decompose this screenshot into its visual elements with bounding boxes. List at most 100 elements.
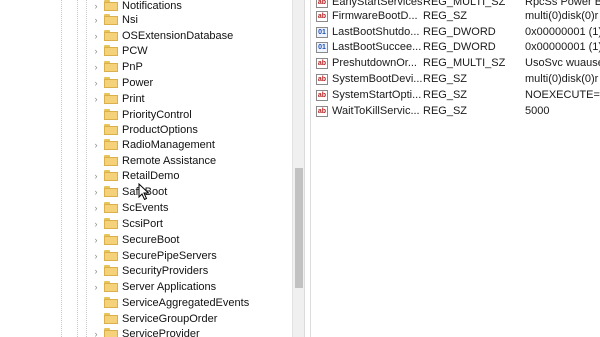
tree-item-prioritycontrol[interactable]: PriorityControl (92, 107, 192, 122)
chevron-right-icon[interactable]: › (92, 219, 100, 228)
tree-item-label: ServiceAggregatedEvents (122, 296, 250, 309)
tree-item-label: RadioManagement (122, 138, 215, 151)
folder-icon (104, 234, 118, 245)
tree-item-pcw[interactable]: › PCW (92, 43, 148, 58)
value-row[interactable]: ab FirmwareBootD... REG_SZ multi(0)disk(… (311, 8, 600, 24)
tree-item-serviceaggregatedevents[interactable]: ServiceAggregatedEvents (92, 295, 249, 310)
value-data: 0x00000001 (1) (525, 26, 600, 38)
tree-item-label: ProductOptions (122, 123, 198, 136)
tree-item-pnp[interactable]: › PnP (92, 59, 143, 74)
chevron-right-icon[interactable]: › (92, 31, 100, 40)
value-name: SystemBootDevi... (332, 73, 423, 85)
tree-item-nsi[interactable]: › Nsi (92, 12, 138, 27)
chevron-right-icon[interactable]: › (92, 251, 100, 260)
tree-guide-line (86, 0, 87, 337)
registry-values-list[interactable]: ab EarlyStartServices REG_MULTI_SZ RpcSs… (311, 0, 600, 337)
tree-item-label: SecurePipeServers (122, 249, 217, 262)
string-value-icon: ab (316, 89, 328, 101)
chevron-right-icon[interactable]: › (92, 140, 100, 149)
value-type: REG_DWORD (423, 26, 496, 38)
chevron-right-icon[interactable]: › (92, 203, 100, 212)
tree-item-power[interactable]: › Power (92, 75, 154, 90)
value-row[interactable]: ab SystemBootDevi... REG_SZ multi(0)disk… (311, 71, 600, 87)
tree-item-serviceprovider[interactable]: › ServiceProvider (92, 326, 200, 337)
value-row[interactable]: ab PreshutdownOr... REG_MULTI_SZ UsoSvc … (311, 55, 600, 71)
folder-icon (104, 45, 118, 56)
value-row[interactable]: 01 LastBootShutdo... REG_DWORD 0x0000000… (311, 24, 600, 40)
mouse-pointer-icon (138, 183, 150, 201)
chevron-right-icon[interactable]: › (92, 1, 100, 10)
folder-icon (104, 313, 118, 324)
string-value-icon: ab (316, 57, 328, 69)
value-type: REG_SZ (423, 105, 468, 117)
tree-item-securepipeservers[interactable]: › SecurePipeServers (92, 248, 217, 263)
tree-item-label: Nsi (122, 13, 138, 26)
folder-icon (104, 170, 118, 181)
dword-value-icon: 01 (316, 41, 328, 53)
value-data: 0x00000001 (1) (525, 41, 600, 53)
tree-item-retaildemo[interactable]: › RetailDemo (92, 168, 180, 183)
chevron-right-icon[interactable]: › (92, 235, 100, 244)
chevron-right-icon[interactable]: › (92, 329, 100, 337)
tree-item-safeboot[interactable]: › SafeBoot (92, 184, 168, 199)
tree-item-productoptions[interactable]: ProductOptions (92, 122, 198, 137)
folder-icon (104, 265, 118, 276)
tree-item-remote-assistance[interactable]: Remote Assistance (92, 153, 216, 168)
folder-icon (104, 202, 118, 213)
folder-icon (104, 93, 118, 104)
value-data: UsoSvc wuauser (525, 57, 600, 69)
tree-guide-line (61, 0, 62, 337)
folder-icon (104, 328, 118, 337)
value-data: 5000 (525, 105, 550, 117)
chevron-right-icon[interactable]: › (92, 62, 100, 71)
chevron-right-icon[interactable]: › (92, 282, 100, 291)
value-name: WaitToKillServic... (332, 105, 420, 117)
tree-item-label: Print (122, 92, 145, 105)
chevron-placeholder (92, 315, 100, 323)
chevron-placeholder (92, 299, 100, 307)
scrollbar-thumb[interactable] (295, 168, 303, 288)
tree-item-securityproviders[interactable]: › SecurityProviders (92, 263, 209, 278)
chevron-right-icon[interactable]: › (92, 266, 100, 275)
chevron-right-icon[interactable]: › (92, 171, 100, 180)
tree-item-label: PriorityControl (122, 108, 192, 121)
value-type: REG_SZ (423, 73, 468, 85)
value-row[interactable]: ab SystemStartOpti... REG_SZ NOEXECUTE=O (311, 87, 600, 103)
value-name: PreshutdownOr... (332, 57, 417, 69)
tree-item-label: SecureBoot (122, 233, 180, 246)
chevron-right-icon[interactable]: › (92, 78, 100, 87)
value-data: multi(0)disk(0)r (525, 10, 599, 22)
chevron-right-icon[interactable]: › (92, 46, 100, 55)
tree-item-server-applications[interactable]: › Server Applications (92, 279, 217, 294)
tree-item-radiomanagement[interactable]: › RadioManagement (92, 137, 215, 152)
registry-key-tree[interactable]: › Notifications › Nsi › OSExtensionDatab… (0, 0, 292, 337)
tree-item-secureboot[interactable]: › SecureBoot (92, 232, 180, 247)
pane-splitter[interactable] (304, 0, 311, 337)
chevron-right-icon[interactable]: › (92, 94, 100, 103)
chevron-right-icon[interactable]: › (92, 187, 100, 196)
folder-icon (104, 109, 118, 120)
value-data: RpcSs Power Br (525, 0, 600, 8)
tree-item-servicegrouporder[interactable]: ServiceGroupOrder (92, 311, 217, 326)
folder-icon (104, 155, 118, 166)
value-type: REG_MULTI_SZ (423, 57, 506, 69)
chevron-right-icon[interactable]: › (92, 15, 100, 24)
tree-item-osextensiondatabase[interactable]: › OSExtensionDatabase (92, 28, 234, 43)
value-name: FirmwareBootD... (332, 10, 418, 22)
chevron-placeholder (92, 126, 100, 134)
value-row[interactable]: ab WaitToKillServic... REG_SZ 5000 (311, 103, 600, 119)
tree-item-label: ServiceGroupOrder (122, 312, 218, 325)
value-row[interactable]: 01 LastBootSuccee... REG_DWORD 0x0000000… (311, 39, 600, 55)
folder-icon (104, 30, 118, 41)
tree-item-scsiport[interactable]: › ScsiPort (92, 216, 163, 231)
tree-item-label: OSExtensionDatabase (122, 29, 234, 42)
tree-item-print[interactable]: › Print (92, 91, 145, 106)
value-type: REG_SZ (423, 10, 468, 22)
tree-item-scevents[interactable]: › ScEvents (92, 200, 169, 215)
value-data: NOEXECUTE=O (525, 89, 600, 101)
tree-item-label: PCW (122, 44, 148, 57)
string-value-icon: ab (316, 105, 328, 117)
value-name: LastBootSuccee... (332, 41, 422, 53)
folder-icon (104, 61, 118, 72)
tree-item-label: Remote Assistance (122, 154, 217, 167)
